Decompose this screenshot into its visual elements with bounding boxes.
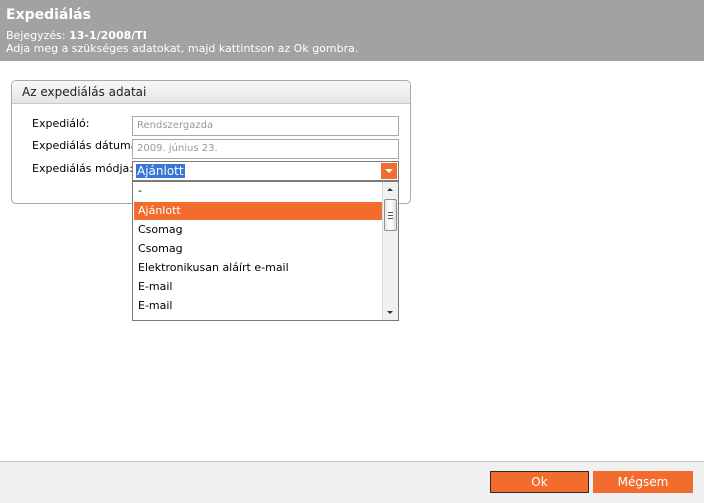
dialog-footer: Ok Mégsem bbox=[0, 461, 704, 503]
entry-value: 13-1/2008/TI bbox=[69, 29, 147, 42]
dropdown-scrollbar[interactable] bbox=[382, 182, 398, 320]
grip-line bbox=[388, 218, 393, 219]
expedialo-field[interactable]: Rendszergazda bbox=[132, 116, 399, 136]
arrow-up-icon[interactable] bbox=[383, 182, 398, 198]
datum-field[interactable]: 2009. június 23. bbox=[132, 139, 399, 159]
instruction-text: Adja meg a szükséges adatokat, majd katt… bbox=[6, 42, 359, 55]
mod-label: Expediálás módja: bbox=[32, 162, 133, 175]
select-current-value: Ajánlott bbox=[136, 164, 185, 178]
dialog-title: Expediálás bbox=[6, 7, 91, 23]
ok-button[interactable]: Ok bbox=[490, 471, 589, 493]
expedialo-label: Expediáló: bbox=[32, 117, 90, 130]
dropdown-option[interactable]: Csomag bbox=[134, 221, 382, 239]
chevron-down-icon[interactable] bbox=[381, 163, 397, 179]
expedition-mode-dropdown[interactable]: - Ajánlott Csomag Csomag Elektronikusan … bbox=[132, 181, 399, 321]
entry-label: Bejegyzés: bbox=[6, 29, 66, 42]
grip-line bbox=[388, 215, 393, 216]
datum-label: Expediálás dátuma: bbox=[32, 139, 142, 152]
dropdown-option[interactable]: - bbox=[134, 182, 382, 200]
cancel-button[interactable]: Mégsem bbox=[593, 471, 693, 493]
dropdown-option[interactable]: E-mail bbox=[134, 297, 382, 315]
dropdown-option-selected[interactable]: Ajánlott bbox=[134, 202, 382, 220]
panel-title: Az expediálás adatai bbox=[12, 81, 410, 104]
dialog-header: Expediálás Bejegyzés: 13-1/2008/TI Adja … bbox=[0, 0, 704, 61]
dropdown-option[interactable]: E-mail bbox=[134, 278, 382, 296]
dropdown-option[interactable]: Elektronikusan aláírt e-mail bbox=[134, 259, 382, 277]
dropdown-option[interactable]: Csomag bbox=[134, 240, 382, 258]
entry-line: Bejegyzés: 13-1/2008/TI bbox=[6, 29, 698, 42]
grip-line bbox=[388, 212, 393, 213]
scroll-thumb[interactable] bbox=[384, 199, 397, 231]
expedition-mode-select[interactable]: Ajánlott bbox=[132, 161, 399, 181]
arrow-down-icon[interactable] bbox=[383, 304, 398, 320]
